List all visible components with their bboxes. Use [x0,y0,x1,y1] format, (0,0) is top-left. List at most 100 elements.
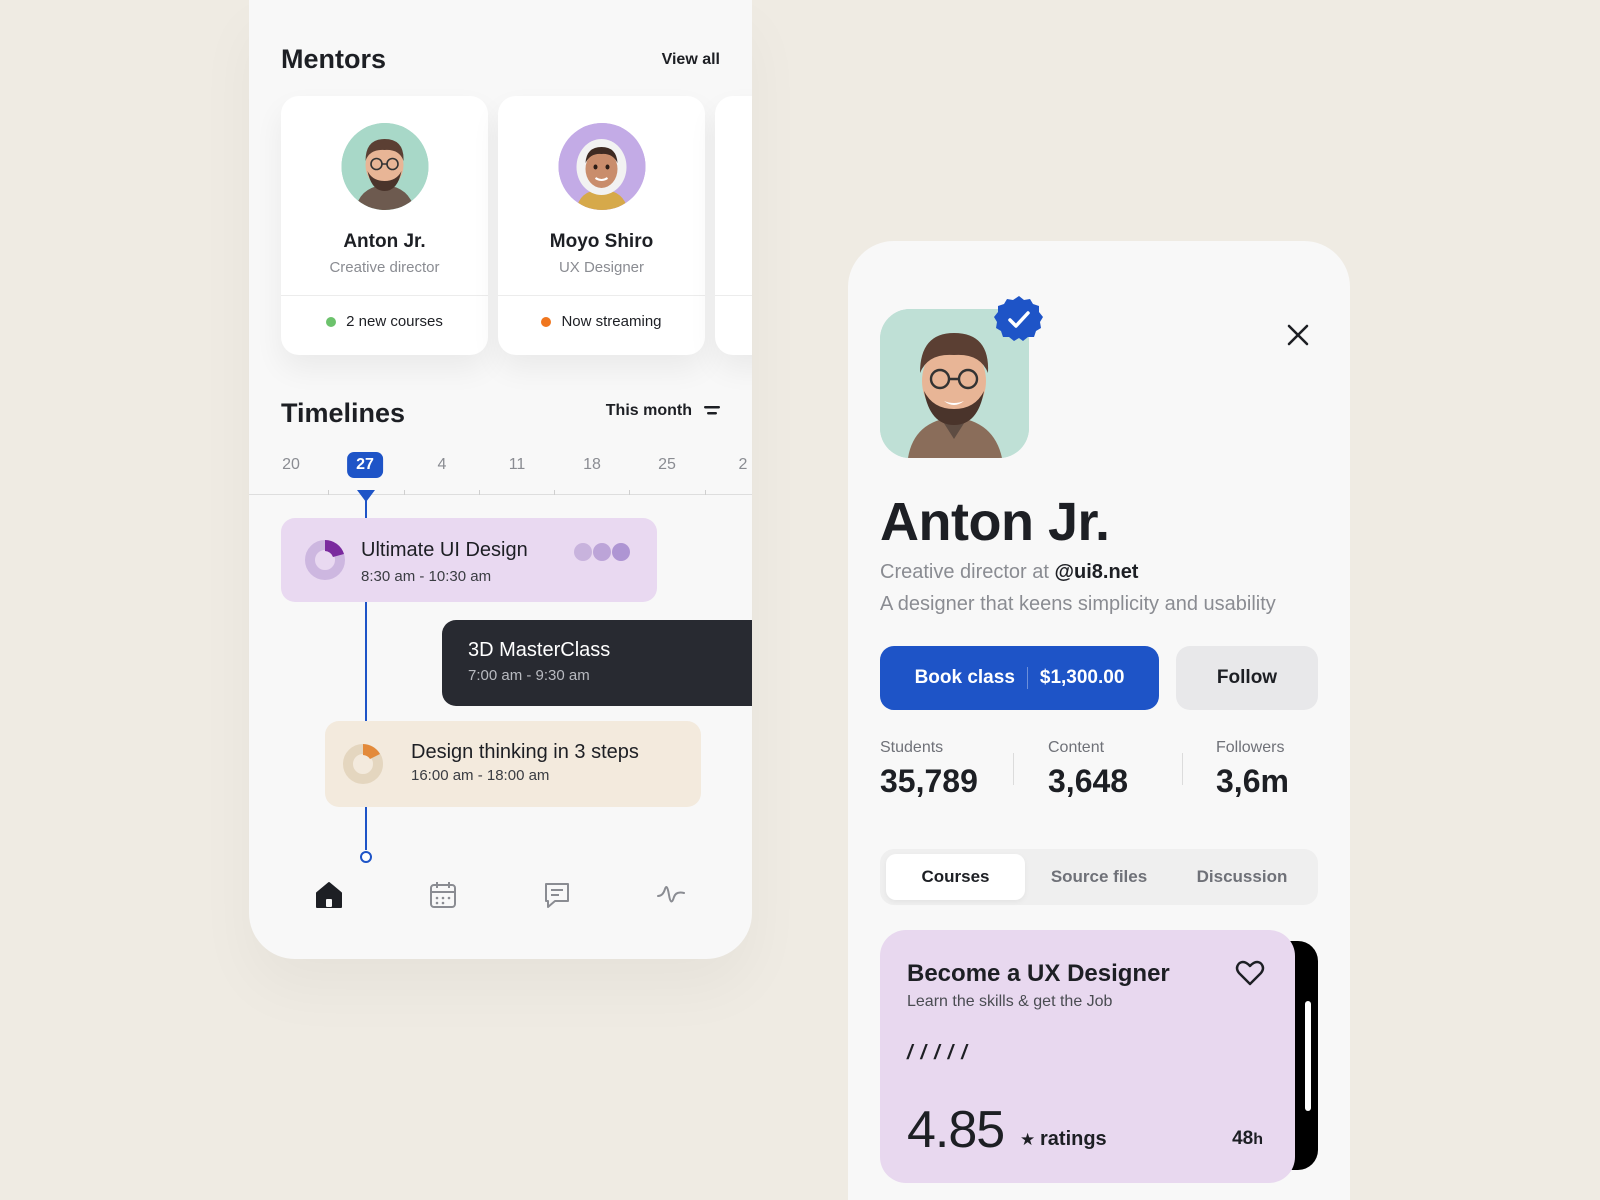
book-label: Book class [914,667,1015,688]
timeline-line [365,600,367,722]
profile-bio: A designer that keens simplicity and usa… [880,593,1276,615]
tab-discussion[interactable]: Discussion [1172,854,1312,900]
timelines-title: Timelines [281,398,406,428]
date-item[interactable]: 20 [282,456,300,474]
timeline-screen: Mentors View all Anton Jr. Creative dire… [249,0,752,959]
stat-value: 3,6m [1216,763,1289,799]
course-subtitle: Learn the skills & get the Job [907,993,1113,1010]
button-divider [1026,667,1028,689]
progress-ring-icon [305,540,345,580]
profile-role: Creative director at [880,561,1055,583]
nav-home[interactable] [309,875,349,915]
mentor-status: Now streaming [498,313,705,330]
progress-ring-icon [343,744,383,784]
axis-tick [328,490,329,495]
stat-label: Followers [1216,739,1285,756]
date-item[interactable]: 25 [658,456,676,474]
date-item[interactable]: 18 [583,456,601,474]
avatar [341,123,428,210]
stat-divider [1013,753,1014,785]
nav-activity[interactable] [651,875,691,915]
nav-calendar[interactable] [423,875,463,915]
book-price: $1,300.00 [1039,667,1125,688]
axis-tick [479,490,480,495]
course-card[interactable]: Become a UX Designer Learn the skills & … [880,930,1295,1183]
tab-courses[interactable]: Courses [886,854,1025,900]
follow-button[interactable]: Follow [1176,646,1318,710]
home-icon [316,882,342,908]
date-item-active[interactable]: 27 [347,452,383,478]
profile-tabs: Courses Source files Discussion [880,849,1318,905]
event-title: Ultimate UI Design [361,539,528,561]
course-level-marks: ///// [907,1042,975,1064]
mentor-role: UX Designer [558,259,645,276]
mentors-header: Mentors View all [281,44,720,75]
date-item[interactable]: 11 [509,456,526,474]
avatar [558,123,645,210]
course-scrollbar[interactable] [1305,1001,1311,1111]
duration-unit: h [1253,1131,1263,1148]
mentor-role: Creative director [329,259,440,276]
event-card-design-thinking[interactable]: Design thinking in 3 steps 16:00 am - 18… [325,721,701,807]
timeline-line [365,806,367,850]
star-icon: ★ [1020,1130,1036,1149]
stat-students: Students 35,789 [880,739,978,800]
course-duration: 48h [1232,1128,1263,1150]
status-dot-green [326,316,337,327]
axis-tick [629,490,630,495]
event-card-3d-masterclass[interactable]: 3D MasterClass 7:00 am - 9:30 am [442,620,752,706]
attendees-avatars-icon [574,543,630,561]
avatar-anton-icon [341,123,428,210]
axis-tick [554,490,555,495]
close-icon[interactable] [1284,321,1312,349]
profile-handle-link[interactable]: @ui8.net [1055,561,1139,583]
activity-icon [657,886,685,903]
date-strip: 20 27 4 11 18 25 2 [249,452,752,496]
duration-value: 48 [1232,1128,1254,1149]
mentor-card-anton[interactable]: Anton Jr. Creative director 2 new course… [281,96,488,355]
stat-label: Students [880,739,944,756]
verified-badge-icon [994,296,1043,341]
book-class-button[interactable]: Book class $1,300.00 [880,646,1159,710]
mentor-card-moyo[interactable]: Moyo Shiro UX Designer Now streaming [498,96,705,355]
mentor-divider [498,295,705,296]
mentors-title: Mentors [281,44,387,74]
tab-source-files[interactable]: Source files [1028,854,1170,900]
bottom-nav [249,875,752,915]
timeline-end-icon [360,851,372,863]
profile-name: Anton Jr. [880,492,1110,552]
mentor-name: Moyo Shiro [549,231,654,252]
timeline-axis [249,494,752,495]
event-time: 16:00 am - 18:00 am [411,767,550,784]
stat-label: Content [1048,739,1105,756]
mentor-divider [281,295,488,296]
view-all-link[interactable]: View all [662,51,720,69]
heart-icon[interactable] [1235,958,1265,988]
mentor-status: 2 new courses [281,313,488,330]
date-item[interactable]: 2 [739,456,748,474]
rating-label: ratings [1040,1128,1107,1150]
stat-divider [1182,753,1183,785]
mentor-card-partial[interactable] [715,96,752,355]
mentor-status-text: 2 new courses [346,313,443,330]
course-title: Become a UX Designer [907,960,1170,987]
stat-content: Content 3,648 [1048,739,1128,800]
mentor-divider [715,295,752,296]
status-dot-orange [541,316,552,327]
nav-messages[interactable] [537,875,577,915]
month-filter-button[interactable]: This month [606,402,720,420]
event-card-ui-design[interactable]: Ultimate UI Design 8:30 am - 10:30 am [281,518,657,602]
rating-value: 4.85 [907,1101,1005,1159]
chat-icon [545,883,569,908]
timeline-line [365,500,367,518]
filter-icon [704,406,720,415]
stat-followers: Followers 3,6m [1216,739,1289,800]
avatar-moyo-icon [558,123,645,210]
axis-tick [705,490,706,495]
stat-value: 3,648 [1048,763,1129,799]
stat-value: 35,789 [880,763,978,799]
date-item[interactable]: 4 [438,456,447,474]
calendar-icon [430,882,456,908]
mentor-status-text: Now streaming [561,313,662,330]
filter-label: This month [605,402,692,419]
